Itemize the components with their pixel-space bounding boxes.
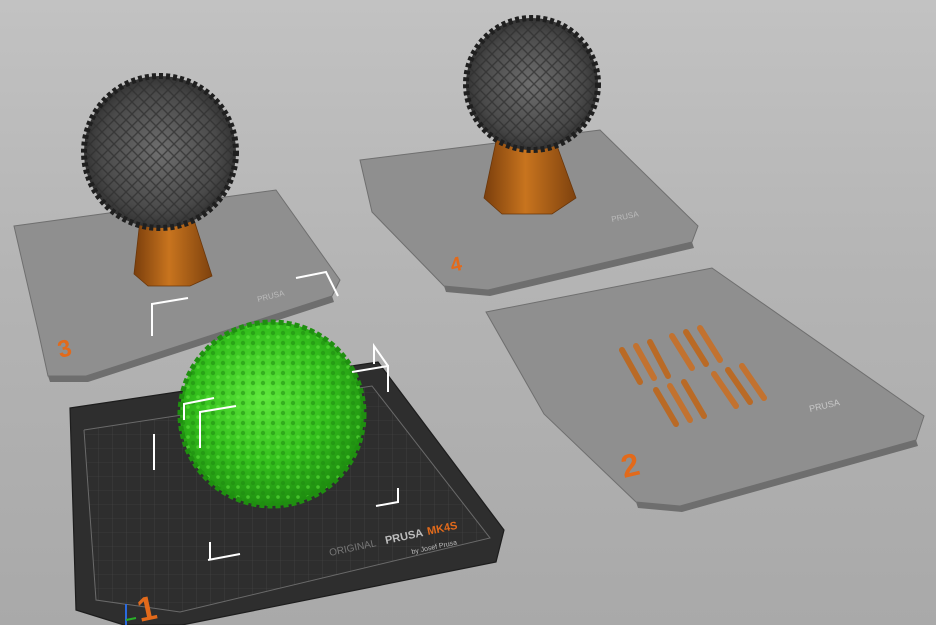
lattice-sphere[interactable] xyxy=(81,73,239,231)
build-plate-2[interactable]: PRUSA 2 xyxy=(485,267,925,512)
lattice-sphere[interactable] xyxy=(463,15,601,153)
selected-sphere-object[interactable] xyxy=(177,319,367,509)
3d-viewport[interactable]: PRUSA 3 PRUSA 4 PRUSA 2 ORIGINAL PRUSA M… xyxy=(0,0,936,625)
plate-2-surface[interactable] xyxy=(485,267,925,507)
